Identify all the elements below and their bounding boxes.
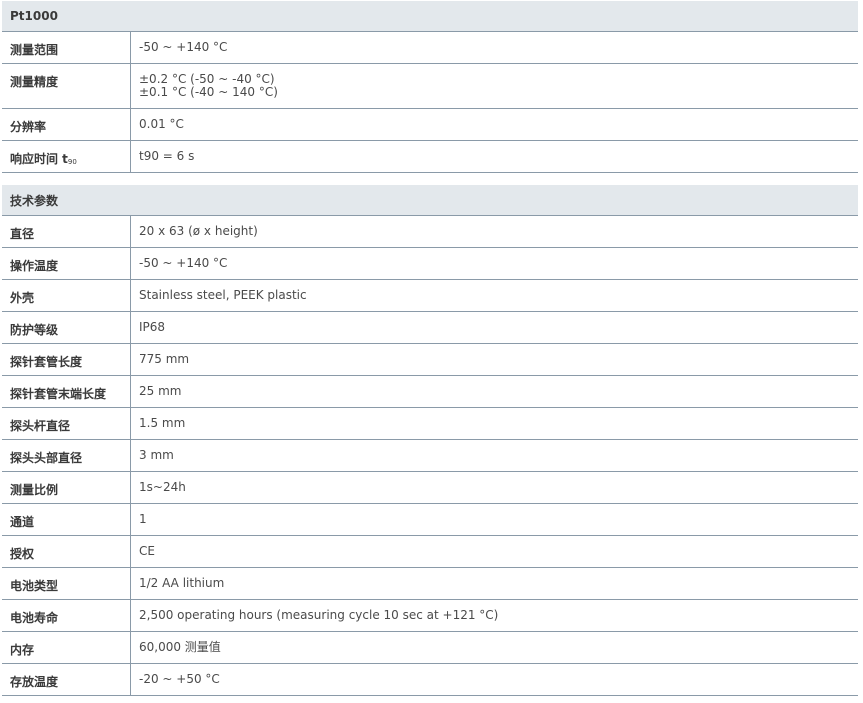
- spec-table: Pt1000 测量范围 -50 ~ +140 °C 测量精度 ±0.2 °C (…: [2, 1, 858, 696]
- row-value: 2,500 operating hours (measuring cycle 1…: [139, 608, 499, 622]
- row-value: CE: [139, 544, 155, 558]
- table-row: 响应时间 t90 t90 = 6 s: [2, 141, 858, 173]
- row-value: 1.5 mm: [139, 416, 186, 430]
- section-header-tech-params: 技术参数: [2, 185, 858, 216]
- row-value-line: ±0.1 °C (-40 ~ 140 °C): [139, 85, 278, 99]
- row-value: -50 ~ +140 °C: [139, 256, 228, 270]
- row-label: 外壳: [2, 280, 131, 311]
- row-value: 60,000 测量值: [139, 640, 221, 654]
- row-label-main: 响应时间 t: [10, 152, 68, 166]
- row-label: 测量精度: [2, 64, 131, 108]
- row-value: Stainless steel, PEEK plastic: [139, 288, 307, 302]
- table-row: 测量范围 -50 ~ +140 °C: [2, 32, 858, 64]
- section-title: Pt1000: [10, 9, 58, 23]
- row-label: 直径: [2, 216, 131, 247]
- row-label: 电池寿命: [2, 600, 131, 631]
- table-row: 防护等级 IP68: [2, 312, 858, 344]
- row-value: -50 ~ +140 °C: [139, 40, 228, 54]
- row-label: 测量范围: [2, 32, 131, 63]
- table-row: 存放温度 -20 ~ +50 °C: [2, 664, 858, 696]
- table-row: 测量比例 1s~24h: [2, 472, 858, 504]
- row-label: 内存: [2, 632, 131, 663]
- row-label: 防护等级: [2, 312, 131, 343]
- row-value: 3 mm: [139, 448, 174, 462]
- table-row: 外壳 Stainless steel, PEEK plastic: [2, 280, 858, 312]
- table-row: 探针套管长度 775 mm: [2, 344, 858, 376]
- table-row: 探头杆直径 1.5 mm: [2, 408, 858, 440]
- row-value: 1s~24h: [139, 480, 186, 494]
- row-label: 分辨率: [2, 109, 131, 140]
- section-header-pt1000: Pt1000: [2, 1, 858, 32]
- table-row: 内存 60,000 测量值: [2, 632, 858, 664]
- row-value: 20 x 63 (ø x height): [139, 224, 258, 238]
- row-label: 响应时间 t90: [2, 141, 131, 172]
- row-value: IP68: [139, 320, 166, 334]
- row-value: -20 ~ +50 °C: [139, 672, 220, 686]
- row-label: 操作温度: [2, 248, 131, 279]
- table-row: 探头头部直径 3 mm: [2, 440, 858, 472]
- section-title: 技术参数: [10, 193, 59, 208]
- row-label: 存放温度: [2, 664, 131, 695]
- table-row: 分辨率 0.01 °C: [2, 109, 858, 141]
- row-value: 775 mm: [139, 352, 190, 366]
- row-value: 1: [139, 512, 147, 526]
- row-label: 探针套管长度: [2, 344, 131, 375]
- table-row: 测量精度 ±0.2 °C (-50 ~ -40 °C) ±0.1 °C (-40…: [2, 64, 858, 109]
- row-value: t90 = 6 s: [139, 149, 195, 163]
- table-row: 电池寿命 2,500 operating hours (measuring cyc…: [2, 600, 858, 632]
- row-value: 1/2 AA lithium: [139, 576, 225, 590]
- row-value: ±0.2 °C (-50 ~ -40 °C) ±0.1 °C (-40 ~ 14…: [131, 64, 858, 108]
- row-label: 通道: [2, 504, 131, 535]
- row-label: 探头头部直径: [2, 440, 131, 471]
- row-label: 探头杆直径: [2, 408, 131, 439]
- table-row: 电池类型 1/2 AA lithium: [2, 568, 858, 600]
- table-row: 探针套管末端长度 25 mm: [2, 376, 858, 408]
- row-label: 授权: [2, 536, 131, 567]
- table-row: 直径 20 x 63 (ø x height): [2, 216, 858, 248]
- table-row: 通道 1: [2, 504, 858, 536]
- row-value: 0.01 °C: [139, 117, 184, 131]
- row-label-subscript: 90: [67, 158, 77, 166]
- table-row: 操作温度 -50 ~ +140 °C: [2, 248, 858, 280]
- tech-rows: 直径 20 x 63 (ø x height) 操作温度 -50 ~ +140 °C 外…: [2, 216, 858, 696]
- row-value: 25 mm: [139, 384, 182, 398]
- row-label: 探针套管末端长度: [2, 376, 131, 407]
- row-label: 电池类型: [2, 568, 131, 599]
- table-row: 授权 CE: [2, 536, 858, 568]
- row-label: 测量比例: [2, 472, 131, 503]
